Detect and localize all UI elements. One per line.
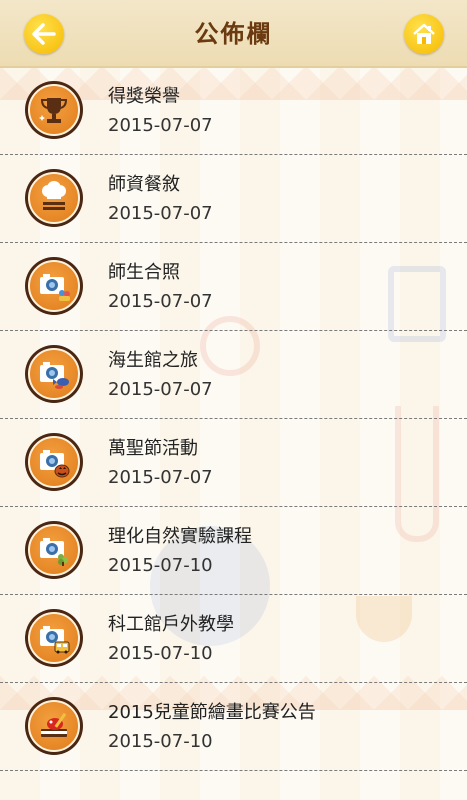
item-title: 萬聖節活動: [108, 438, 198, 459]
header-bar: 公佈欄: [0, 0, 467, 68]
item-title: 師資餐敘: [108, 174, 180, 195]
list-item[interactable]: 海生館之旅 2015-07-07: [0, 331, 467, 419]
item-title: 海生館之旅: [108, 350, 198, 371]
item-icon: [25, 697, 83, 755]
camera-fish-icon: [40, 362, 69, 389]
item-date: 2015-07-07: [108, 115, 213, 136]
item-date: 2015-07-07: [108, 203, 213, 224]
camera-bus-icon: [40, 626, 70, 654]
bulletin-list: 得獎榮譽 2015-07-07 師資餐敘 2015-07-07 師生合照 201…: [0, 67, 467, 771]
item-date: 2015-07-10: [108, 555, 213, 576]
item-title: 2015兒童節繪畫比賽公告: [108, 702, 316, 723]
item-date: 2015-07-07: [108, 291, 213, 312]
chef-hat-icon: [42, 181, 66, 210]
item-icon: [25, 521, 83, 579]
item-title: 得獎榮譽: [108, 86, 180, 107]
list-item[interactable]: 科工館戶外教學 2015-07-10: [0, 595, 467, 683]
painting-book-icon: [41, 712, 67, 737]
item-icon: [25, 169, 83, 227]
list-item[interactable]: 得獎榮譽 2015-07-07: [0, 67, 467, 155]
camera-plant-icon: [40, 538, 68, 566]
camera-people-icon: [40, 274, 70, 301]
list-item[interactable]: 師生合照 2015-07-07: [0, 243, 467, 331]
page-title: 公佈欄: [194, 20, 273, 48]
item-title: 科工館戶外教學: [108, 614, 234, 635]
home-icon: [413, 23, 435, 44]
item-title: 師生合照: [108, 262, 180, 283]
item-icon: [25, 433, 83, 491]
item-icon: [25, 609, 83, 667]
home-button[interactable]: [404, 14, 444, 54]
list-item[interactable]: 2015兒童節繪畫比賽公告 2015-07-10: [0, 683, 467, 771]
list-item[interactable]: 理化自然實驗課程 2015-07-10: [0, 507, 467, 595]
list-item[interactable]: 萬聖節活動 2015-07-07: [0, 419, 467, 507]
item-date: 2015-07-10: [108, 643, 213, 664]
trophy-icon: [39, 98, 68, 123]
item-icon: [25, 345, 83, 403]
item-date: 2015-07-07: [108, 467, 213, 488]
item-date: 2015-07-10: [108, 731, 213, 752]
list-item[interactable]: 師資餐敘 2015-07-07: [0, 155, 467, 243]
item-icon: [25, 81, 83, 139]
item-icon: [25, 257, 83, 315]
camera-pumpkin-icon: [40, 450, 70, 478]
item-date: 2015-07-07: [108, 379, 213, 400]
item-title: 理化自然實驗課程: [108, 526, 252, 547]
